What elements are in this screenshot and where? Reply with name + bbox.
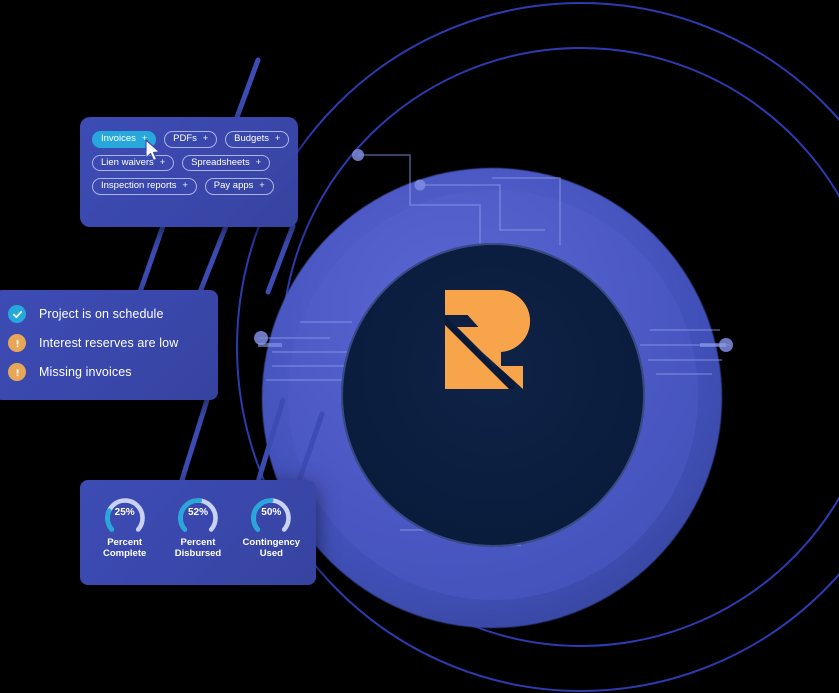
- r-monogram-logo: [445, 290, 530, 389]
- plus-icon: +: [202, 133, 209, 144]
- gauge-contingency-used: 50% Contingency Used: [237, 491, 305, 560]
- chip-container: Invoices + PDFs + Budgets + Lien waivers…: [80, 117, 298, 195]
- gauge-label-line1: Percent: [180, 537, 216, 548]
- check-circle-icon: [8, 305, 26, 323]
- chip-row: Invoices + PDFs + Budgets +: [92, 131, 290, 148]
- chip-inspection-reports[interactable]: Inspection reports +: [92, 178, 197, 195]
- plus-icon: +: [182, 180, 188, 191]
- chip-label: Pay apps: [213, 180, 254, 191]
- status-item-interest-reserves: Interest reserves are low: [8, 334, 218, 352]
- alert-circle-icon: [8, 334, 26, 352]
- mouse-pointer-icon: [145, 139, 161, 162]
- alert-circle-icon: [8, 363, 26, 381]
- plus-icon: +: [255, 156, 261, 167]
- status-item-on-schedule: Project is on schedule: [8, 305, 218, 323]
- chip-spreadsheets[interactable]: Spreadsheets +: [182, 154, 270, 171]
- status-label: Project is on schedule: [39, 307, 164, 321]
- gauge-label: Percent Complete: [103, 537, 147, 560]
- plus-icon: +: [259, 180, 265, 191]
- hero-illustration: Invoices + PDFs + Budgets + Lien waivers…: [0, 0, 839, 693]
- gauge-value: 52%: [187, 507, 208, 518]
- gauge-percent-complete: 25% Percent Complete: [91, 491, 159, 560]
- gauge-dial: 25%: [101, 491, 149, 535]
- chip-label: PDFs: [173, 133, 197, 144]
- gauge-value: 25%: [114, 507, 135, 518]
- gauge-percent-disbursed: 52% Percent Disbursed: [164, 491, 232, 560]
- chip-label: Invoices: [101, 133, 136, 144]
- chip-pay-apps[interactable]: Pay apps +: [204, 178, 274, 195]
- gauge-label-line2: Used: [259, 547, 283, 559]
- gauge-row: 25% Percent Complete 52% Percent Disburs…: [80, 480, 316, 560]
- status-list: Project is on schedule Interest reserves…: [0, 290, 218, 381]
- gauge-dial: 50%: [247, 491, 295, 535]
- gauge-label-line1: Percent: [107, 537, 143, 548]
- chip-pdfs[interactable]: PDFs +: [164, 131, 218, 148]
- chip-budgets[interactable]: Budgets +: [225, 131, 290, 148]
- gauge-label-line2: Disbursed: [174, 547, 222, 559]
- status-label: Interest reserves are low: [39, 336, 179, 350]
- gauge-dial: 52%: [174, 491, 222, 535]
- document-types-panel: Invoices + PDFs + Budgets + Lien waivers…: [80, 117, 298, 227]
- chip-label: Budgets: [234, 133, 270, 144]
- project-status-panel: Project is on schedule Interest reserves…: [0, 290, 218, 400]
- gauge-label: Contingency Used: [242, 537, 301, 560]
- status-item-missing-invoices: Missing invoices: [8, 363, 218, 381]
- chip-row: Inspection reports + Pay apps +: [92, 178, 288, 195]
- gauge-value: 50%: [261, 507, 282, 518]
- chip-label: Inspection reports: [101, 180, 177, 191]
- chip-label: Spreadsheets: [191, 156, 250, 168]
- gauge-label: Percent Disbursed: [174, 537, 222, 560]
- status-label: Missing invoices: [39, 365, 132, 379]
- gauge-label-line1: Contingency: [242, 537, 301, 548]
- project-metrics-panel: 25% Percent Complete 52% Percent Disburs…: [80, 480, 316, 585]
- gauge-label-line2: Complete: [103, 547, 147, 559]
- plus-icon: +: [275, 133, 281, 144]
- chip-row: Lien waivers + Spreadsheets +: [92, 154, 288, 171]
